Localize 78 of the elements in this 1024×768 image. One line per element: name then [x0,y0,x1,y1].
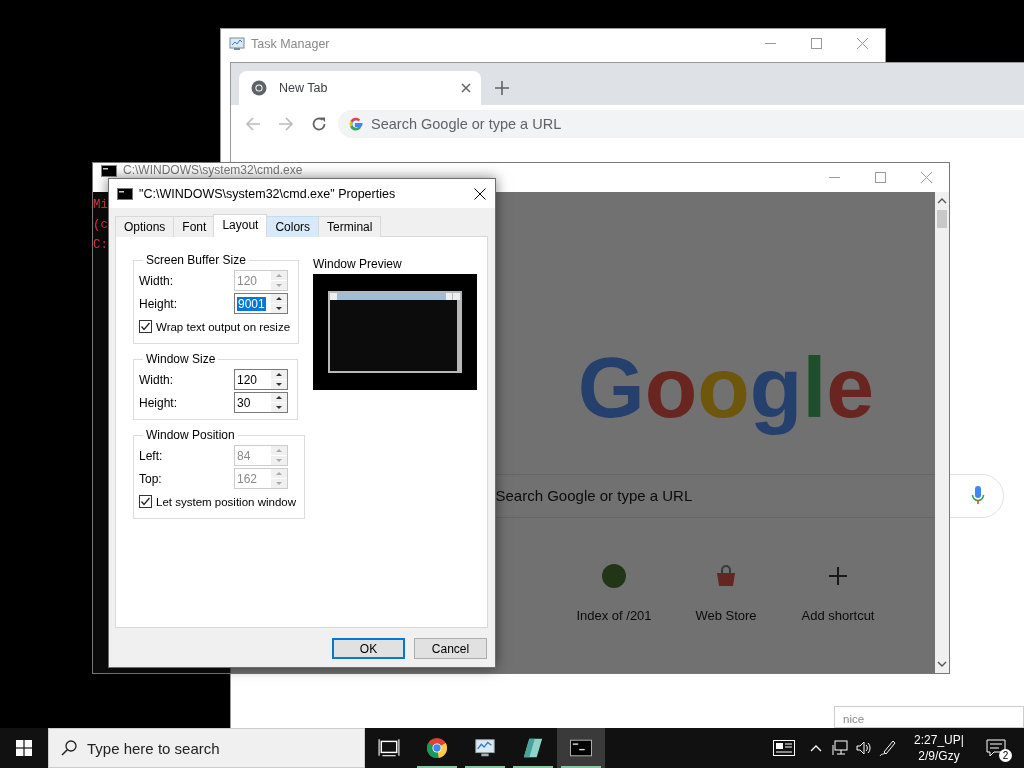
spin-field[interactable]: 120 [234,369,288,390]
running-indicator [513,766,553,768]
browser-tab[interactable]: New Tab [239,71,481,105]
address-field[interactable]: Search Google or type a URL [338,109,1024,138]
windows-start-icon[interactable] [16,740,32,756]
shortcut-label[interactable]: Web Store [695,607,757,623]
group-title: Window Size [145,352,217,366]
running-indicator [465,766,505,768]
monitor-chart-icon [229,35,245,52]
field-label: Height: [139,395,179,410]
checkbox[interactable] [139,320,152,333]
running-indicator [417,766,457,768]
close-icon[interactable] [474,187,486,200]
dialog-tab[interactable]: Colors [266,216,320,237]
chrome-icon [251,80,267,96]
chevron-up-icon[interactable] [810,744,822,752]
close-icon[interactable] [461,83,471,93]
app-icon [522,737,544,759]
news-icon[interactable] [773,740,795,756]
checkbox-label: Let system position window [156,495,296,508]
console-icon [117,187,133,200]
group-title: Screen Buffer Size [145,253,247,267]
running-indicator [561,766,601,768]
chrome-icon [426,737,448,759]
task-view-icon [378,737,400,759]
console-icon [570,737,592,759]
scroll-up-icon[interactable] [937,198,947,204]
spin-arrows-icon[interactable] [271,370,287,389]
monitor-chart-icon [474,737,496,759]
scroll-down-icon[interactable] [937,661,947,667]
dialog-tab[interactable]: Terminal [318,216,382,237]
spin-field[interactable]: 30 [234,392,288,413]
checkbox-label: Wrap text output on resize [156,320,291,333]
preview-title: Window Preview [313,257,403,271]
pen-icon[interactable] [879,739,897,757]
taskbar-app[interactable] [557,728,605,768]
volume-icon[interactable] [856,740,872,756]
shortcut-label[interactable]: Add shortcut [801,607,875,623]
popup-text: nice [843,713,866,726]
notification-badge: 2 [999,749,1012,762]
dialog-tab[interactable]: Layout [213,214,268,237]
maximize-icon[interactable] [874,172,886,183]
console-icon [101,165,117,177]
network-icon[interactable] [832,740,848,756]
window-title: Task Manager [251,36,330,51]
dialog-tab[interactable]: Font [173,216,216,237]
field-label: Height: [139,296,179,311]
spin-arrows-icon[interactable] [271,393,287,412]
clock[interactable]: 2:27_UP| 2/9/Gzy [910,728,968,768]
search-icon [61,740,77,756]
shortcut-label[interactable]: Index of /201 [576,607,652,623]
google-g-icon [348,115,364,132]
message-icon[interactable] [986,739,1006,757]
microphone-icon[interactable] [970,485,985,506]
reload-icon[interactable] [311,115,327,132]
field-label: Left: [139,448,164,463]
new-tab-icon[interactable] [495,81,509,95]
field-label: Width: [139,273,174,288]
maximize-icon[interactable] [810,38,822,49]
checkbox[interactable] [139,495,152,508]
field-label: Width: [139,372,174,387]
google-logo: Google [576,338,876,437]
scroll-thumb[interactable] [937,210,947,228]
dialog-button[interactable]: Cancel [414,638,487,659]
console-line: C: [93,237,108,254]
window-title: C:\WINDOWS\system32\cmd.exe [123,163,303,178]
scrollbar[interactable] [935,192,949,673]
dialog-title: "C:\WINDOWS\system32\cmd.exe" Properties [139,186,396,201]
spin-field[interactable]: 9001 [234,293,288,314]
console-line: Mi [93,197,108,214]
dialog-button[interactable]: OK [332,638,405,659]
console-line: (c [93,217,108,234]
group-title: Window Position [145,428,236,442]
spin-arrows-icon[interactable] [271,294,287,313]
search-field[interactable]: Type here to search [48,728,365,768]
dialog-tab[interactable]: Options [115,216,175,237]
field-label: Top: [139,471,163,486]
site-icon[interactable] [602,563,626,588]
